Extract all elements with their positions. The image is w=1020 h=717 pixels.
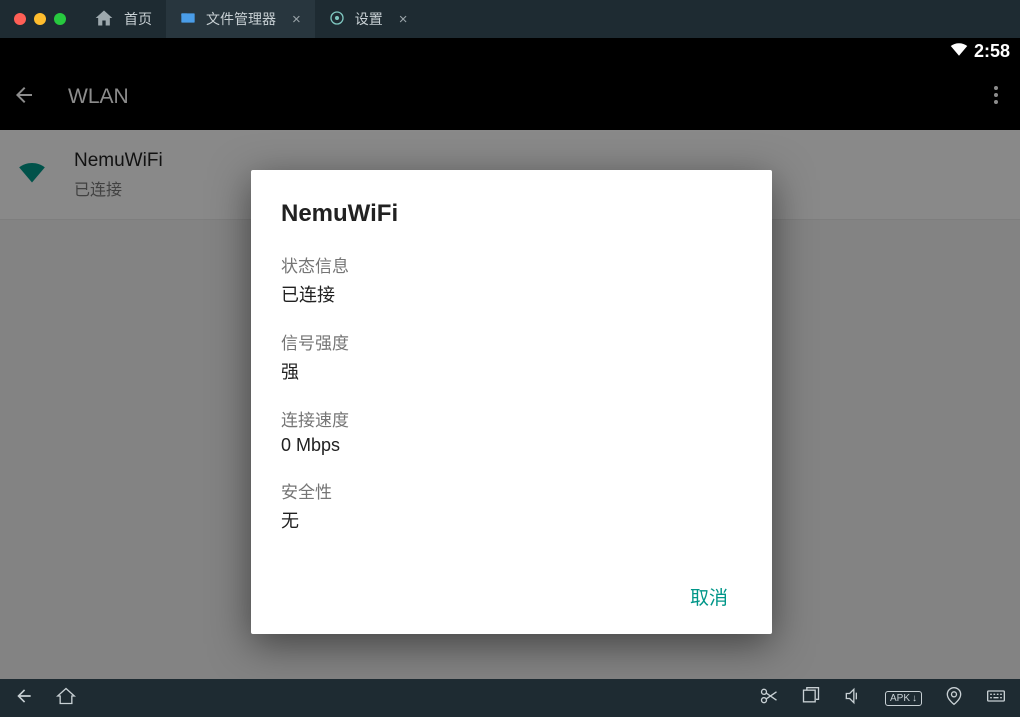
emu-tab-home[interactable]: 首页 bbox=[80, 0, 166, 38]
location-icon[interactable] bbox=[944, 686, 964, 711]
dialog-actions: 取消 bbox=[281, 555, 742, 618]
emulator-title-bar: 首页 文件管理器 × 设置 × bbox=[0, 0, 1020, 38]
field-status: 状态信息 已连接 bbox=[281, 252, 742, 307]
multiwindow-icon[interactable] bbox=[801, 686, 821, 711]
fullscreen-window-button[interactable] bbox=[54, 13, 66, 25]
field-security-label: 安全性 bbox=[281, 478, 742, 503]
field-signal-value: 强 bbox=[281, 358, 742, 384]
volume-icon[interactable] bbox=[843, 686, 863, 711]
nav-back-icon[interactable] bbox=[14, 686, 34, 711]
close-window-button[interactable] bbox=[14, 13, 26, 25]
gear-icon bbox=[329, 10, 345, 29]
window-traffic-lights bbox=[0, 13, 80, 25]
scissors-icon[interactable] bbox=[759, 686, 779, 711]
minimize-window-button[interactable] bbox=[34, 13, 46, 25]
apk-install-button[interactable]: APK↓ bbox=[885, 691, 922, 706]
emu-tab-files[interactable]: 文件管理器 × bbox=[166, 0, 315, 38]
field-speed-value: 0 Mbps bbox=[281, 435, 742, 456]
status-time: 2:58 bbox=[974, 41, 1010, 62]
field-speed: 连接速度 0 Mbps bbox=[281, 406, 742, 456]
field-speed-label: 连接速度 bbox=[281, 406, 742, 431]
emu-tab-files-label: 文件管理器 bbox=[206, 9, 276, 29]
home-icon bbox=[94, 8, 114, 31]
wifi-detail-dialog: NemuWiFi 状态信息 已连接 信号强度 强 连接速度 0 Mbps 安全性… bbox=[251, 170, 772, 634]
emulator-bottom-bar: APK↓ bbox=[0, 679, 1020, 717]
field-status-value: 已连接 bbox=[281, 281, 742, 307]
folder-icon bbox=[180, 10, 196, 29]
field-security: 安全性 无 bbox=[281, 478, 742, 533]
wifi-status-icon bbox=[950, 40, 968, 63]
emu-tab-settings-label: 设置 bbox=[355, 9, 383, 29]
dialog-title: NemuWiFi bbox=[281, 200, 742, 228]
emu-tab-home-label: 首页 bbox=[124, 9, 152, 29]
close-tab-files-icon[interactable]: × bbox=[292, 11, 301, 28]
field-signal: 信号强度 强 bbox=[281, 329, 742, 384]
nav-home-icon[interactable] bbox=[56, 686, 76, 711]
close-tab-settings-icon[interactable]: × bbox=[399, 11, 408, 28]
apk-label: APK bbox=[890, 693, 910, 704]
emu-tab-settings[interactable]: 设置 × bbox=[315, 0, 422, 38]
field-signal-label: 信号强度 bbox=[281, 329, 742, 354]
field-status-label: 状态信息 bbox=[281, 252, 742, 277]
field-security-value: 无 bbox=[281, 507, 742, 533]
cancel-button[interactable]: 取消 bbox=[676, 575, 742, 618]
keyboard-icon[interactable] bbox=[986, 686, 1006, 711]
android-status-bar: 2:58 bbox=[0, 38, 1020, 64]
